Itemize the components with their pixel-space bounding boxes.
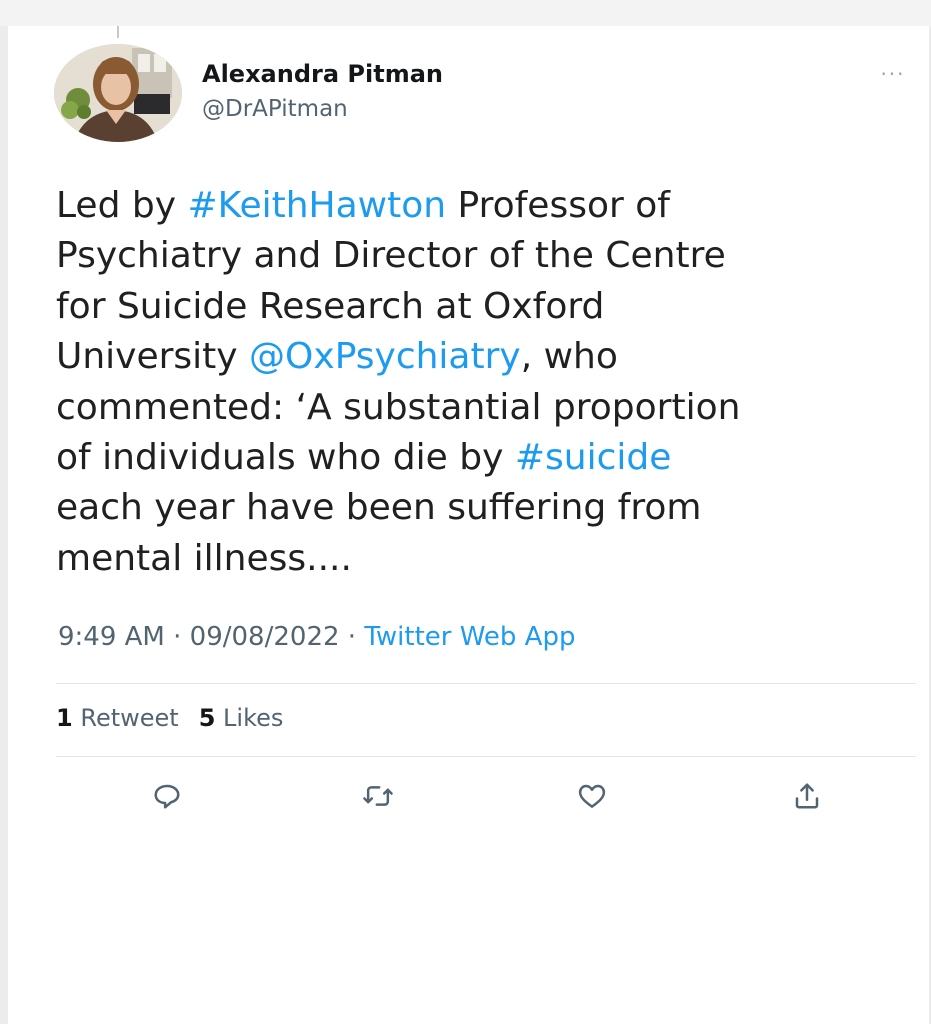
tweet-text-line: Psychiatry and Director of the Centre [56,231,926,281]
tweet-text-segment: , who [520,336,618,378]
tweet-text-line: University @OxPsychiatry, who [56,332,926,382]
tweet-meta: 9:49 AM · 09/08/2022 · Twitter Web App [58,622,575,652]
like-icon [578,784,606,808]
tweet-text-line: for Suicide Research at Oxford [56,282,926,332]
tweet-text-line: each year have been suffering from [56,483,926,533]
top-strip [0,0,931,26]
like-button[interactable] [571,776,613,816]
tweet-text-segment: Led by [56,185,188,226]
divider [56,756,916,757]
tweet-text-line: Led by #KeithHawton Professor of [56,181,926,231]
tweet-text-line: mental illness.... [56,534,926,584]
author-display-name[interactable]: Alexandra Pitman [202,60,443,88]
tweet-text-segment: Professor of [446,185,670,226]
tweet-text-segment: of individuals who die by [56,436,515,478]
tweet-text-line: of individuals who die by #suicide [56,433,926,483]
more-options-icon[interactable]: ··· [870,60,916,88]
likes-label: Likes [223,704,284,732]
tweet-date[interactable]: 09/08/2022 [190,622,340,652]
reply-button[interactable] [146,776,188,816]
retweets-stat[interactable]: 1 Retweet [56,704,179,732]
tweet-text-segment: Psychiatry and Director of the Centre [56,235,726,277]
retweet-button[interactable] [357,776,399,816]
mention-link[interactable]: @OxPsychiatry [249,336,521,377]
tweet-text-segment: for Suicide Research at Oxford [56,285,605,327]
retweets-label: Retweet [80,704,179,732]
likes-count: 5 [198,704,216,732]
share-icon [795,783,819,809]
meta-separator: · [164,622,190,652]
tweet-text-segment: each year have been suffering from [56,487,702,529]
tweet-text: Led by #KeithHawton Professor of Psychiat… [56,181,926,584]
reply-icon [154,784,180,809]
retweets-count: 1 [56,704,73,732]
divider [56,683,916,684]
avatar[interactable] [54,44,182,142]
tweet-text-segment: commented: ‘A substantial proportion [56,386,741,428]
tweet-text-line: commented: ‘A substantial proportion [56,383,926,433]
hashtag-link[interactable]: #suicide [515,437,672,478]
engagement-stats: 1 Retweet 5 Likes [56,704,303,732]
meta-separator: · [339,622,365,652]
likes-stat[interactable]: 5 Likes [199,704,284,732]
tweet-text-segment: University [56,336,250,378]
retweet-icon [363,786,393,806]
divider-tick [117,26,119,38]
tweet-source-link[interactable]: Twitter Web App [364,622,575,652]
author-handle[interactable]: @DrAPitman [202,96,348,122]
tweet-text-segment: mental illness.... [56,537,352,579]
tweet-time[interactable]: 9:49 AM [58,622,165,652]
hashtag-link[interactable]: #KeithHawton [187,185,446,226]
share-button[interactable] [786,776,828,816]
